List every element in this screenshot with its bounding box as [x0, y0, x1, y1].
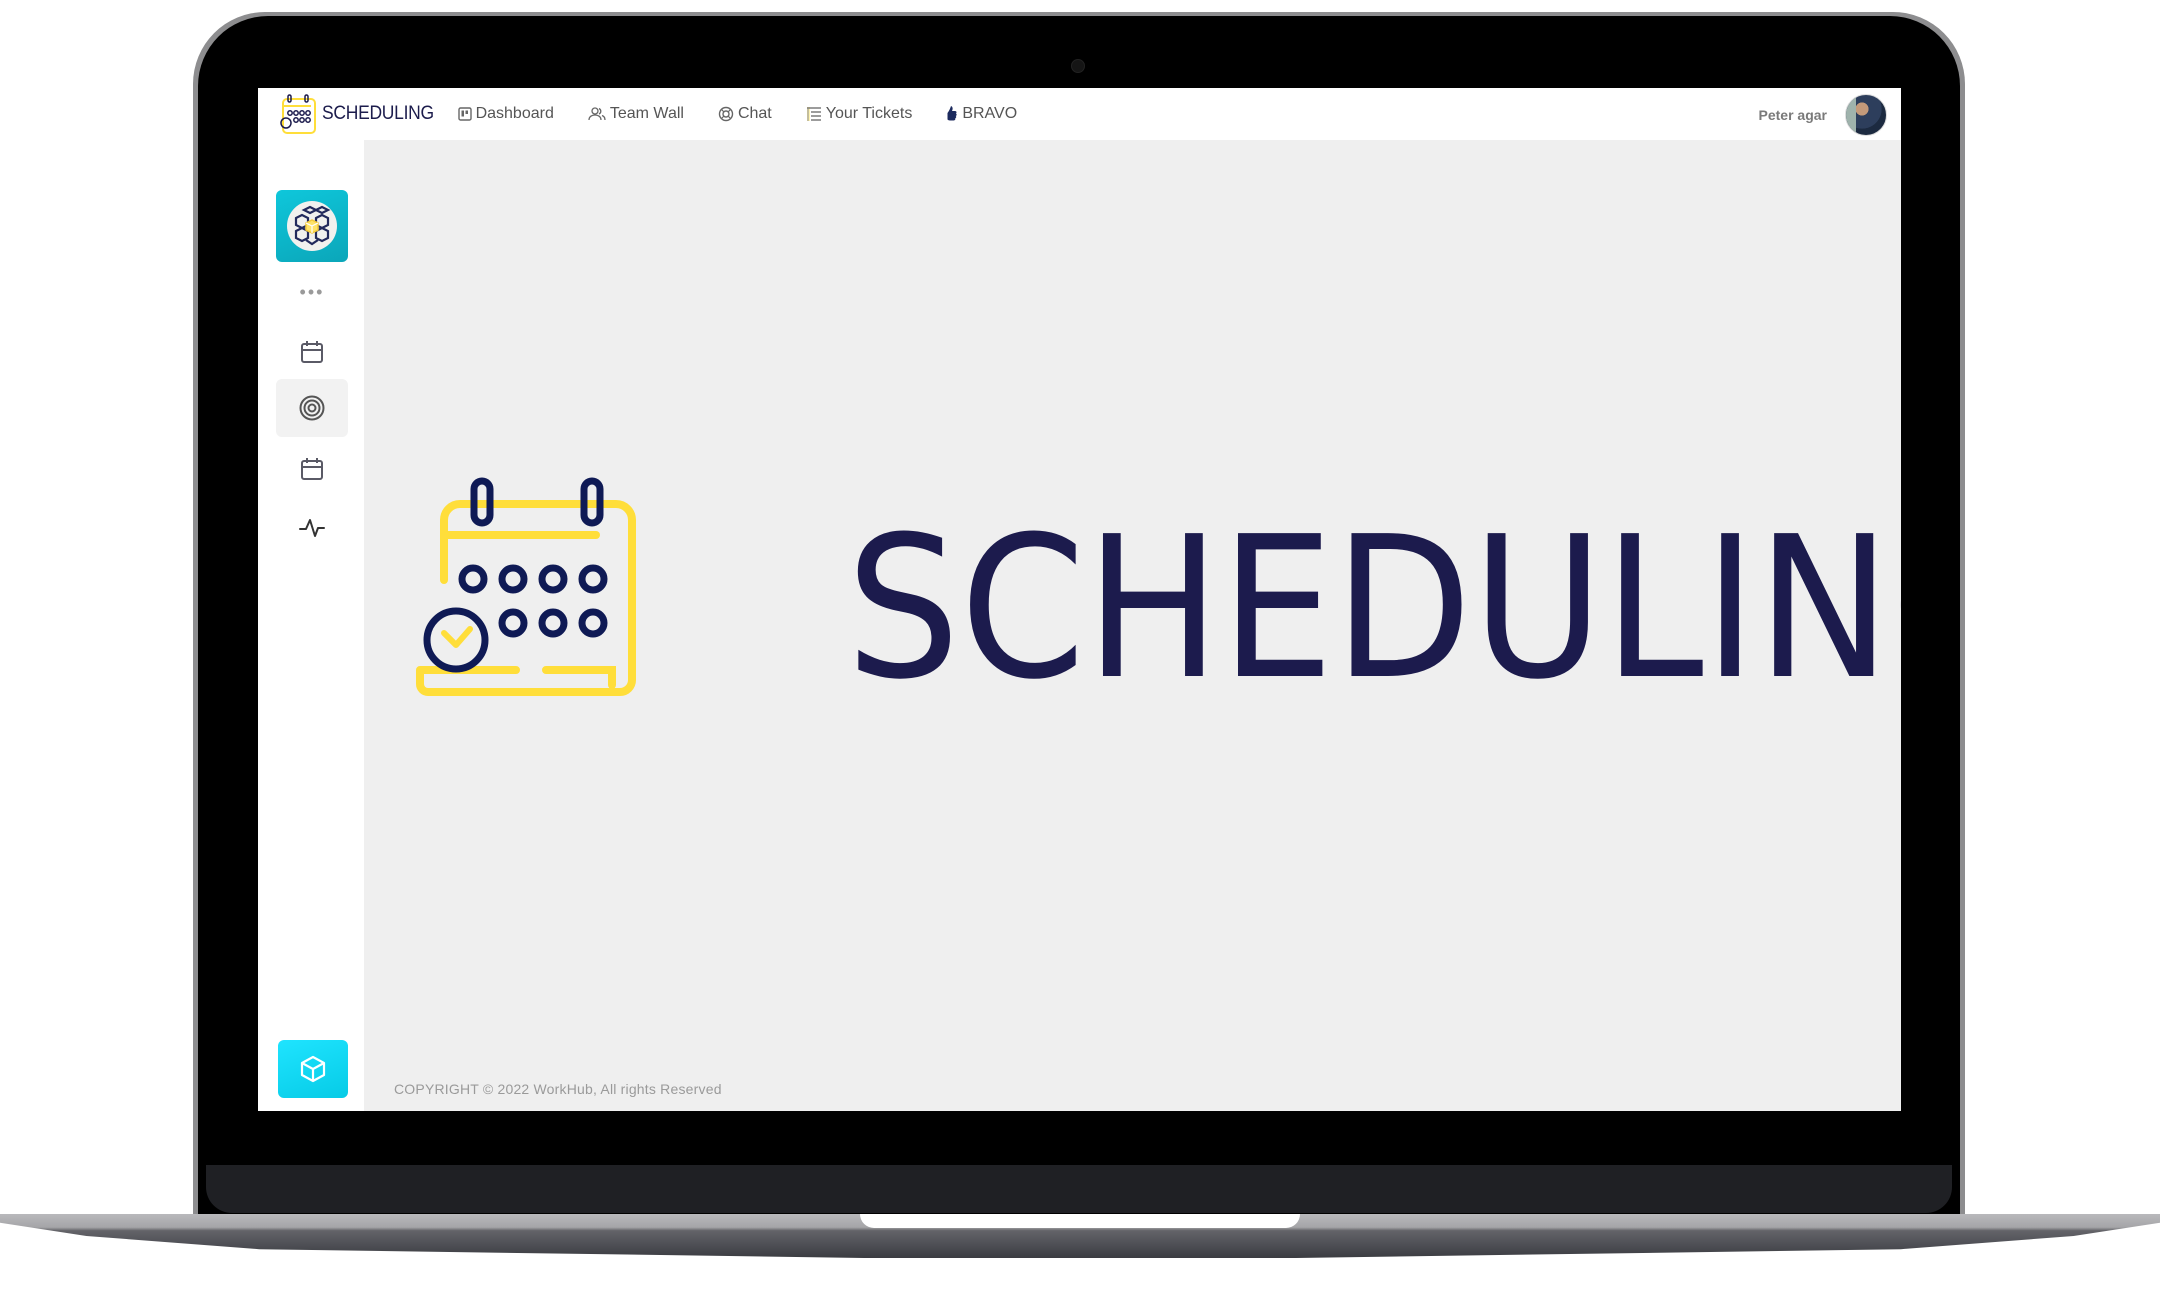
hero-title-text: SCHEDULING	[846, 495, 1901, 700]
sidebar-item-activity[interactable]	[276, 499, 348, 557]
activity-pulse-icon	[299, 519, 325, 537]
dashboard-icon	[457, 107, 472, 121]
cube-icon	[300, 1055, 326, 1083]
bravo-thumb-icon	[947, 106, 957, 121]
sidebar-item-schedule[interactable]	[276, 440, 348, 498]
nav-your-tickets-label: Your Tickets	[825, 105, 913, 122]
laptop-base-notch	[860, 1214, 1300, 1228]
nav-team-wall-label: Team Wall	[609, 105, 684, 122]
nav-chat-label: Chat	[737, 105, 772, 122]
hero-title: SCHEDULING	[846, 495, 1901, 700]
tickets-icon	[806, 107, 821, 121]
top-navbar: SCHEDULING Dashboard Team Wall Chat Your…	[258, 88, 1901, 140]
app-screen: SCHEDULING Dashboard Team Wall Chat Your…	[258, 88, 1901, 1111]
cube-globe-logo-icon	[287, 201, 337, 251]
sidebar-item-goals[interactable]	[276, 379, 348, 437]
team-icon	[588, 107, 606, 121]
nav-chat[interactable]: Chat	[718, 105, 772, 123]
more-button[interactable]: •••	[276, 277, 348, 307]
nav-bravo[interactable]: BRAVO	[946, 105, 1017, 123]
brand-name: SCHEDULING	[322, 103, 434, 124]
avatar[interactable]	[1845, 94, 1887, 136]
main-nav: Dashboard Team Wall Chat Your Tickets BR…	[457, 105, 1052, 123]
calendar-logo-icon	[280, 94, 316, 134]
apps-cube-button[interactable]	[278, 1040, 348, 1098]
laptop-chin	[206, 1165, 1952, 1213]
app-switcher-tile[interactable]	[276, 190, 348, 262]
copyright-footer: COPYRIGHT © 2022 WorkHub, All rights Res…	[394, 1081, 722, 1097]
nav-your-tickets[interactable]: Your Tickets	[806, 105, 913, 123]
nav-bravo-label: BRAVO	[962, 105, 1018, 122]
brand[interactable]: SCHEDULING	[278, 88, 444, 140]
user-name: Peter agar	[1758, 107, 1827, 123]
calendar-clock-logo-icon	[416, 477, 636, 696]
user-menu[interactable]: Peter agar	[1759, 94, 1887, 136]
calendar-icon	[301, 341, 323, 363]
sidebar: •••	[258, 140, 364, 1111]
calendar-icon	[301, 458, 323, 480]
chat-icon	[718, 106, 734, 122]
target-icon	[299, 395, 325, 421]
hero-logo: SCHEDULING	[416, 475, 1901, 700]
sidebar-item-calendar[interactable]	[276, 323, 348, 381]
nav-dashboard[interactable]: Dashboard	[457, 105, 554, 123]
more-dots-icon: •••	[299, 281, 325, 302]
nav-dashboard-label: Dashboard	[475, 105, 554, 122]
camera-icon	[1071, 59, 1085, 73]
nav-team-wall[interactable]: Team Wall	[588, 105, 684, 123]
